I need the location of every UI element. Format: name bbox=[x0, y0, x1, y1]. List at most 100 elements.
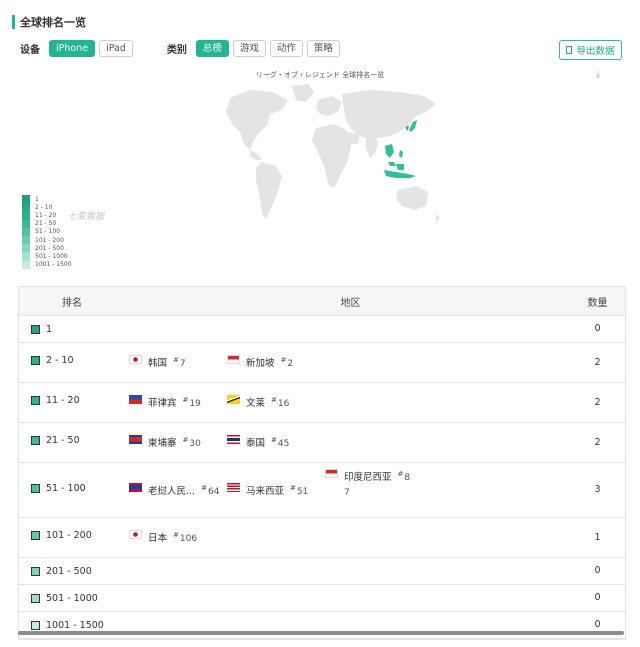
map-south-america bbox=[256, 162, 282, 220]
region-cell: 柬埔寨 #30 泰国 #45 bbox=[129, 423, 570, 462]
legend-label: 2 - 10 bbox=[35, 203, 53, 211]
flag-icon-sg bbox=[227, 355, 240, 364]
flag-icon-bn bbox=[227, 395, 240, 404]
flag-icon-jp bbox=[129, 530, 142, 539]
table-row: 51 - 100 老挝人民... #64 马来西亚 #51 印度尼西亚 #8 7 3 bbox=[19, 463, 625, 518]
country-rank: #19 bbox=[182, 396, 201, 409]
country-rank-value: 8 bbox=[404, 473, 411, 483]
rank-swatch bbox=[31, 396, 40, 405]
table-header: 排名 地区 数量 bbox=[19, 287, 625, 316]
world-map bbox=[226, 84, 440, 222]
country-rank: #8 bbox=[397, 470, 411, 483]
country-rank-value: 16 bbox=[277, 399, 290, 409]
legend-label: 201 - 500 bbox=[35, 244, 64, 252]
legend-label: 1001 - 1500 bbox=[35, 261, 72, 269]
title-accent-bar bbox=[12, 15, 15, 29]
country-rank: #16 bbox=[271, 396, 290, 409]
country-rank: #30 bbox=[182, 436, 201, 449]
region-cell bbox=[129, 558, 570, 584]
device-chip-iphone[interactable]: iPhone bbox=[49, 40, 96, 57]
country-item[interactable]: 印度尼西亚 #8 7 bbox=[325, 469, 410, 498]
legend-label: 51 - 100 bbox=[35, 228, 61, 236]
map-europe bbox=[316, 96, 342, 116]
export-data-button[interactable]: 导出数据 bbox=[559, 40, 622, 60]
device-chip-ipad[interactable]: iPad bbox=[99, 40, 133, 57]
country-rank: #45 bbox=[271, 436, 290, 449]
table-row: 10 bbox=[19, 316, 625, 343]
category-chip-strategy[interactable]: 策略 bbox=[306, 40, 340, 57]
legend-item: 201 - 500 bbox=[22, 244, 72, 253]
count-cell: 0 bbox=[594, 592, 601, 603]
rank-cell: 11 - 20 bbox=[19, 383, 129, 422]
header-region: 地区 bbox=[340, 297, 361, 309]
legend-item: 51 - 100 bbox=[22, 227, 72, 236]
rank-label: 11 - 20 bbox=[46, 395, 80, 406]
legend-item: 501 - 1000 bbox=[22, 252, 72, 261]
rank-label: 101 - 200 bbox=[46, 530, 92, 541]
legend-item: 11 - 20 bbox=[22, 211, 72, 220]
country-item[interactable]: 韩国 #7 bbox=[129, 355, 186, 369]
table-row: 101 - 200 日本 #106 1 bbox=[19, 518, 625, 558]
legend-item: 2 - 10 bbox=[22, 203, 72, 212]
flag-icon-th bbox=[227, 435, 240, 444]
flag-icon-my bbox=[227, 483, 240, 492]
country-item[interactable]: 柬埔寨 #30 bbox=[129, 435, 201, 449]
legend-swatch bbox=[22, 211, 30, 220]
legend-swatch bbox=[22, 195, 30, 204]
rank-cell: 21 - 50 bbox=[19, 423, 129, 462]
country-item[interactable]: 菲律宾 #19 bbox=[129, 395, 201, 409]
country-item[interactable]: 新加坡 #2 bbox=[227, 355, 293, 369]
map-india bbox=[366, 138, 378, 158]
legend-label: 1 bbox=[35, 195, 39, 203]
country-name: 韩国 bbox=[148, 358, 168, 369]
country-rank: #106 bbox=[173, 531, 198, 544]
count-cell: 1 bbox=[594, 532, 601, 543]
category-chip-games[interactable]: 游戏 bbox=[232, 40, 266, 57]
page-title: 全球排名一览 bbox=[20, 16, 86, 29]
download-icon[interactable]: ⤓ bbox=[596, 70, 600, 80]
legend-label: 11 - 20 bbox=[35, 211, 57, 219]
flag-icon-id bbox=[325, 469, 338, 478]
legend-swatch bbox=[22, 244, 30, 253]
map-indochina bbox=[385, 144, 394, 158]
device-label: 设备 bbox=[20, 45, 40, 56]
section-header: 全球排名一览 bbox=[12, 14, 86, 30]
category-chip-action[interactable]: 动作 bbox=[269, 40, 303, 57]
legend-item: 1 bbox=[22, 195, 72, 204]
flag-icon-la bbox=[129, 483, 142, 492]
rank-label: 1001 - 1500 bbox=[46, 620, 104, 631]
export-label: 导出数据 bbox=[576, 46, 615, 57]
rank-swatch bbox=[31, 325, 40, 334]
country-name: 日本 bbox=[148, 533, 168, 544]
rank-label: 1 bbox=[46, 324, 53, 335]
rank-swatch bbox=[31, 531, 40, 540]
table-row: 501 - 1000 0 bbox=[19, 585, 625, 612]
country-item[interactable]: 文莱 #16 bbox=[227, 395, 289, 409]
flag-icon-kr bbox=[129, 355, 142, 364]
count-cell: 2 bbox=[594, 357, 601, 368]
rank-swatch bbox=[31, 567, 40, 576]
country-item[interactable]: 泰国 #45 bbox=[227, 435, 289, 449]
table-row: 201 - 500 0 bbox=[19, 558, 625, 585]
category-chip-overall[interactable]: 总榜 bbox=[195, 40, 229, 57]
rank-swatch bbox=[31, 621, 40, 630]
header-rank: 排名 bbox=[62, 297, 82, 309]
table-row: 2 - 10 韩国 #7 新加坡 #2 2 bbox=[19, 343, 625, 383]
country-rank-value: 30 bbox=[189, 439, 201, 449]
country-name: 新加坡 bbox=[246, 358, 275, 369]
count-cell: 3 bbox=[594, 484, 601, 495]
export-icon bbox=[566, 46, 573, 54]
country-item[interactable]: 日本 #106 bbox=[129, 530, 197, 544]
legend-swatch bbox=[22, 227, 30, 236]
country-item[interactable]: 马来西亚 #51 bbox=[227, 483, 308, 497]
legend-label: 101 - 200 bbox=[35, 236, 64, 244]
country-rank-value: 19 bbox=[189, 399, 201, 409]
filter-bar: 设备 iPhone iPad 类别 总榜 游戏 动作 策略 bbox=[20, 40, 344, 57]
legend-swatch bbox=[22, 252, 30, 261]
country-name: 菲律宾 bbox=[148, 398, 177, 409]
horizontal-scrollbar[interactable] bbox=[18, 631, 624, 635]
country-rank-value: 51 bbox=[296, 487, 309, 497]
country-item[interactable]: 老挝人民... #64 bbox=[129, 483, 219, 497]
count-cell: 0 bbox=[594, 323, 601, 334]
rank-swatch bbox=[31, 594, 40, 603]
